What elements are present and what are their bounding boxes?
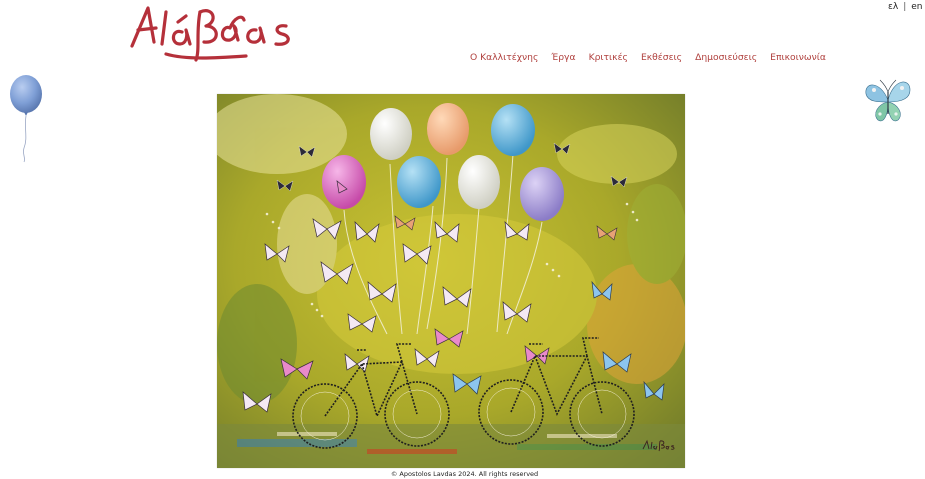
balloon-icon <box>10 75 42 163</box>
nav-item-exhibitions[interactable]: Εκθέσεις <box>641 52 682 63</box>
nav-item-works[interactable]: Έργα <box>551 52 575 63</box>
nav-item-contact[interactable]: Επικοινωνία <box>770 52 826 63</box>
featured-painting[interactable] <box>217 94 685 468</box>
painting-signature <box>642 439 675 452</box>
nav-item-publications[interactable]: Δημοσιεύσεις <box>695 52 757 63</box>
butterfly-icon <box>865 79 911 122</box>
main-nav: Ο Καλλιτέχνης Έργα Κριτικές Εκθέσεις Δημ… <box>470 52 826 63</box>
lang-option-el[interactable]: ελ <box>888 2 898 12</box>
language-switcher: ελ | en <box>888 2 923 12</box>
nav-item-reviews[interactable]: Κριτικές <box>589 52 628 63</box>
lang-option-en[interactable]: en <box>911 2 922 12</box>
footer-copyright: © Apostolos Lavdas 2024. All rights rese… <box>390 470 539 478</box>
lang-separator: | <box>903 2 907 12</box>
painting-image <box>217 94 685 468</box>
logo-signature[interactable] <box>126 2 298 64</box>
nav-item-artist[interactable]: Ο Καλλιτέχνης <box>470 52 538 63</box>
